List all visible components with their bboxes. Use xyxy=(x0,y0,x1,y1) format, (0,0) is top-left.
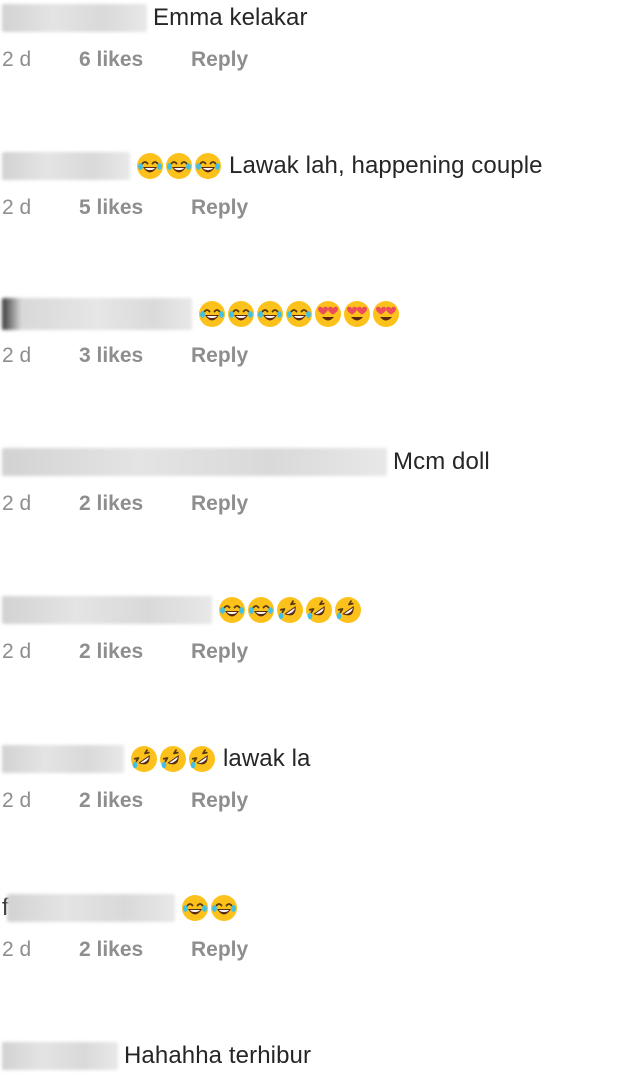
comment-line xyxy=(2,593,369,627)
comment-time: 2 d xyxy=(2,640,32,663)
emoji-group xyxy=(181,894,238,922)
comment-meta: 2 d 2 likes Reply xyxy=(2,637,248,667)
comment-meta: 2 d 2 likes Reply xyxy=(2,786,248,816)
reply-button[interactable]: Reply xyxy=(191,492,248,516)
comment-meta: 2 d 2 likes Reply xyxy=(2,489,248,519)
comment-meta: 2 d 5 likes Reply xyxy=(2,193,248,223)
heart-eyes-emoji-icon xyxy=(372,300,400,328)
comment-text: Hahahha terhibur xyxy=(124,1042,312,1069)
rofl-emoji-icon xyxy=(276,596,304,624)
rofl-emoji-icon xyxy=(334,596,362,624)
comment-line: Mcm doll xyxy=(2,445,490,479)
comment-line: Hahahha terhibur xyxy=(2,1039,311,1073)
comment-text: Emma kelakar xyxy=(153,4,308,31)
joy-emoji-icon xyxy=(198,300,226,328)
emoji-group xyxy=(198,300,400,328)
comment-meta: 2 d 3 likes Reply xyxy=(2,341,248,371)
rofl-emoji-icon xyxy=(188,745,216,773)
joy-emoji-icon xyxy=(136,152,164,180)
joy-emoji-icon xyxy=(256,300,284,328)
emoji-group xyxy=(218,596,362,624)
emoji-group xyxy=(136,152,222,180)
comment-time: 2 d xyxy=(2,48,32,71)
comment-time: 2 d xyxy=(2,344,32,367)
username-blurred[interactable] xyxy=(2,1042,118,1070)
comment-likes[interactable]: 6 likes xyxy=(79,48,191,72)
joy-emoji-icon xyxy=(210,894,238,922)
comment-line: lawak la xyxy=(2,742,311,776)
username-blurred[interactable] xyxy=(2,4,147,32)
username-blurred[interactable] xyxy=(6,894,175,922)
heart-eyes-emoji-icon xyxy=(343,300,371,328)
comment-line: f xyxy=(2,891,245,925)
heart-eyes-emoji-icon xyxy=(314,300,342,328)
username-blurred[interactable] xyxy=(2,298,192,330)
comment-time: 2 d xyxy=(2,938,32,961)
rofl-emoji-icon xyxy=(305,596,333,624)
comment-text: Lawak lah, happening couple xyxy=(229,152,543,179)
comment-line xyxy=(2,297,407,331)
reply-button[interactable]: Reply xyxy=(191,789,248,813)
comment-likes[interactable]: 5 likes xyxy=(79,196,191,220)
comment-time: 2 d xyxy=(2,196,32,219)
reply-button[interactable]: Reply xyxy=(191,344,248,368)
reply-button[interactable]: Reply xyxy=(191,196,248,220)
rofl-emoji-icon xyxy=(130,745,158,773)
comment-text: lawak la xyxy=(223,745,311,772)
comment-likes[interactable]: 2 likes xyxy=(79,938,191,962)
reply-button[interactable]: Reply xyxy=(191,48,248,72)
comment-likes[interactable]: 2 likes xyxy=(79,640,191,664)
joy-emoji-icon xyxy=(181,894,209,922)
joy-emoji-icon xyxy=(247,596,275,624)
rofl-emoji-icon xyxy=(159,745,187,773)
username-blurred[interactable] xyxy=(2,596,212,624)
comment-time: 2 d xyxy=(2,492,32,515)
comment-likes[interactable]: 3 likes xyxy=(79,344,191,368)
comment-time: 2 d xyxy=(2,789,32,812)
reply-button[interactable]: Reply xyxy=(191,640,248,664)
comment-likes[interactable]: 2 likes xyxy=(79,492,191,516)
comments-list: Emma kelakar 2 d 6 likes Reply Lawak lah… xyxy=(0,0,630,1080)
username-blurred[interactable] xyxy=(2,152,130,180)
comment-meta: 2 d 2 likes Reply xyxy=(2,935,248,965)
comment-line: Emma kelakar xyxy=(2,1,308,35)
comment-text: Mcm doll xyxy=(393,448,490,475)
emoji-group xyxy=(130,745,216,773)
reply-button[interactable]: Reply xyxy=(191,938,248,962)
comment-meta: 2 d 6 likes Reply xyxy=(2,45,248,75)
joy-emoji-icon xyxy=(165,152,193,180)
joy-emoji-icon xyxy=(218,596,246,624)
comment-likes[interactable]: 2 likes xyxy=(79,789,191,813)
username-blurred[interactable] xyxy=(2,448,387,476)
joy-emoji-icon xyxy=(194,152,222,180)
joy-emoji-icon xyxy=(227,300,255,328)
username-blurred[interactable] xyxy=(2,745,124,773)
comment-line: Lawak lah, happening couple xyxy=(2,149,543,183)
joy-emoji-icon xyxy=(285,300,313,328)
